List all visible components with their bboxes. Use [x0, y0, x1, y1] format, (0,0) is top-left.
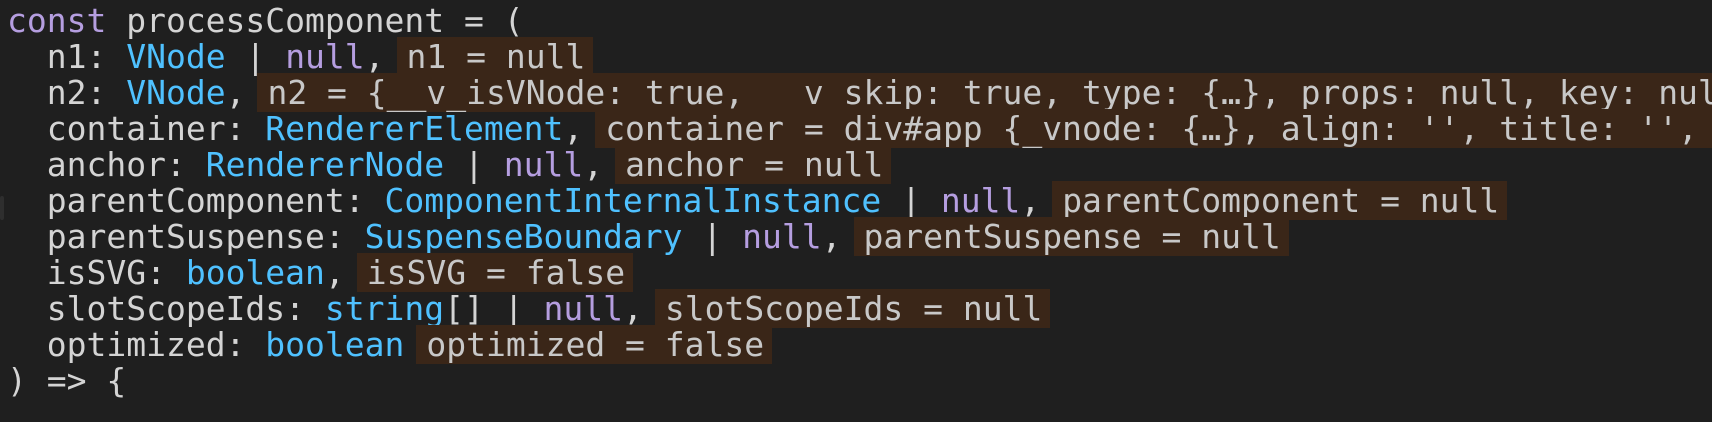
arrow-function-opening: ) => { — [7, 361, 127, 400]
param-name: container: — [46, 109, 266, 148]
param-name: anchor: — [46, 145, 206, 184]
union-separator: | — [682, 217, 743, 256]
param-type: SuspenseBoundary — [364, 217, 683, 256]
union-separator: | — [225, 37, 286, 76]
inline-debug-value[interactable]: optimized = false — [416, 325, 773, 364]
comma: , — [622, 289, 643, 328]
param-name: isSVG: — [46, 253, 186, 292]
param-type: ComponentInternalInstance — [384, 181, 882, 220]
union-separator: | — [881, 181, 941, 220]
null-keyword: null — [940, 181, 1021, 220]
union-separator: | — [483, 289, 544, 328]
code-line-8[interactable]: isSVG: boolean, isSVG = false — [7, 253, 634, 292]
code-line-6[interactable]: parentComponent: ComponentInternalInstan… — [7, 181, 1508, 220]
code-line-4[interactable]: container: RendererElement, container = d… — [7, 109, 1712, 148]
inline-debug-value[interactable]: parentComponent = null — [1052, 181, 1508, 220]
code-line-2[interactable]: n1: VNode | null, n1 = null — [7, 37, 594, 76]
comma: , — [225, 73, 246, 112]
null-keyword: null — [543, 289, 623, 328]
code-line-10[interactable]: optimized: boolean optimized = false — [7, 325, 773, 364]
param-name: parentSuspense: — [46, 217, 365, 256]
comma: , — [1020, 181, 1041, 220]
param-type: string — [324, 289, 445, 328]
param-type: VNode — [126, 37, 226, 76]
keyword-const: const — [7, 1, 107, 40]
param-name: optimized: — [46, 325, 266, 364]
code-editor[interactable]: const processComponent = ( n1: VNode | n… — [0, 0, 1712, 422]
code-line-9[interactable]: slotScopeIds: string[] | null, slotScopeI… — [7, 289, 1051, 328]
param-name: parentComponent: — [46, 181, 385, 220]
array-suffix: [] — [444, 289, 484, 328]
param-name: slotScopeIds: — [46, 289, 325, 328]
declaration-text: processComponent = ( — [106, 1, 524, 40]
gutter-marker — [0, 196, 4, 220]
code-line-11[interactable]: ) => { — [7, 362, 126, 400]
comma: , — [583, 145, 604, 184]
comma: , — [563, 109, 584, 148]
param-type: RendererNode — [205, 145, 445, 184]
null-keyword: null — [742, 217, 822, 256]
inline-debug-value[interactable]: slotScopeIds = null — [654, 289, 1051, 328]
comma: , — [324, 253, 345, 292]
param-type: boolean — [265, 325, 405, 364]
param-name: n1: — [46, 37, 127, 76]
inline-debug-value[interactable]: container = div#app {_vnode: {…}, align:… — [595, 109, 1712, 148]
param-type: RendererElement — [265, 109, 564, 148]
inline-debug-value[interactable]: n1 = null — [396, 37, 594, 76]
null-keyword: null — [285, 37, 365, 76]
inline-debug-value[interactable]: parentSuspense = null — [853, 217, 1289, 256]
code-line-7[interactable]: parentSuspense: SuspenseBoundary | null,… — [7, 217, 1289, 256]
union-separator: | — [444, 145, 504, 184]
param-type: VNode — [126, 73, 226, 112]
comma: , — [364, 37, 385, 76]
inline-debug-value[interactable]: n2 = {__v_isVNode: true, __v_skip: true,… — [257, 73, 1712, 112]
null-keyword: null — [503, 145, 584, 184]
code-line-1[interactable]: const processComponent = ( — [7, 2, 524, 40]
code-line-5[interactable]: anchor: RendererNode | null, anchor = nul… — [7, 145, 892, 184]
param-name: n2: — [46, 73, 127, 112]
inline-debug-value[interactable]: anchor = null — [615, 145, 892, 184]
inline-debug-value[interactable]: isSVG = false — [356, 253, 634, 292]
comma: , — [821, 217, 842, 256]
code-line-3[interactable]: n2: VNode, n2 = {__v_isVNode: true, __v_s… — [7, 73, 1712, 112]
param-type: boolean — [185, 253, 325, 292]
